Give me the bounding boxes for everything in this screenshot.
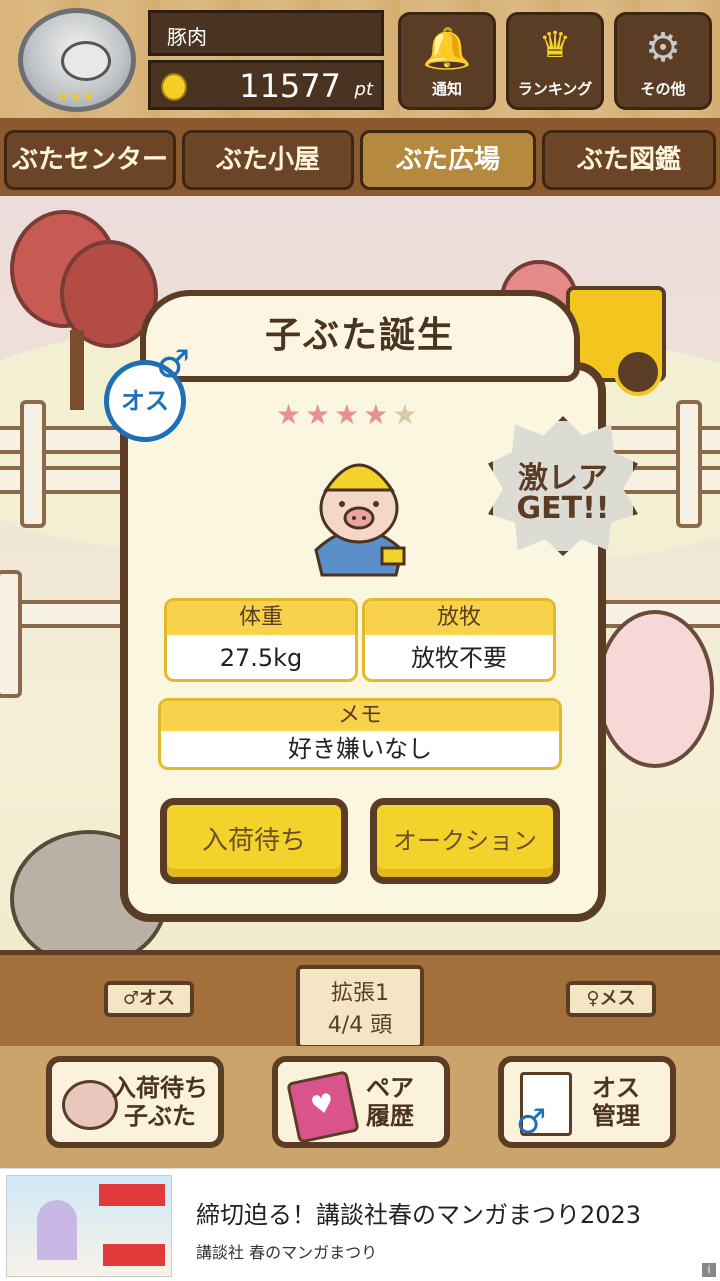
- dialog-title-ribbon: 子ぶた誕生: [140, 290, 580, 382]
- heart-book-icon: ♥: [286, 1070, 360, 1144]
- male-management-line1: オス: [592, 1074, 640, 1102]
- other-label: その他: [640, 80, 686, 98]
- fence: [600, 426, 720, 454]
- notification-button[interactable]: 🔔 通知: [398, 12, 496, 110]
- pair-history-button[interactable]: ♥ ペア 履歴: [272, 1056, 450, 1148]
- ad-image-logo: [99, 1184, 165, 1206]
- fence: [20, 400, 46, 528]
- female-pen-sign[interactable]: ♀メス: [566, 981, 656, 1017]
- male-pen-sign[interactable]: ♂オス: [104, 981, 194, 1017]
- weight-label: 体重: [167, 601, 355, 635]
- player-name-box: 豚肉: [148, 10, 384, 56]
- ad-banner[interactable]: 締切迫る！講談社春のマンガまつり2023 講談社 春のマンガまつり i: [0, 1168, 720, 1281]
- male-symbol-icon: ♂: [516, 1102, 547, 1142]
- other-button[interactable]: ⚙ その他: [614, 12, 712, 110]
- coin-icon: [161, 73, 187, 101]
- castle-icon: [37, 1200, 77, 1260]
- ranking-label: ランキング: [517, 80, 593, 98]
- tree-trunk: [70, 330, 84, 410]
- pair-history-line2: 履歴: [366, 1102, 414, 1130]
- ad-image-prize: [103, 1244, 165, 1266]
- grazing-value: 放牧不要: [411, 644, 507, 672]
- pen-fence: ♂オス ♀メス 拡張1 4/4 頭: [0, 950, 720, 1051]
- tab-buta-koya[interactable]: ぶた小屋: [182, 130, 354, 190]
- piglet-illustration: [314, 463, 406, 577]
- crown-icon: ♛: [538, 25, 572, 66]
- waiting-piglets-line2: 子ぶた: [124, 1102, 196, 1130]
- grazing-label: 放牧: [365, 601, 553, 635]
- male-management-button[interactable]: ♂ オス 管理: [498, 1056, 676, 1148]
- fence: [0, 570, 22, 698]
- rarity-stars: ★★★★★: [276, 398, 422, 431]
- wait-for-arrival-button[interactable]: 入荷待ち: [160, 798, 348, 884]
- ad-info-icon[interactable]: i: [702, 1263, 716, 1277]
- ad-title[interactable]: 締切迫る！講談社春のマンガまつり2023: [196, 1195, 641, 1230]
- memo-value: 好き嫌いなし: [288, 735, 432, 763]
- male-management-label: オス 管理: [592, 1074, 640, 1130]
- waiting-piglets-button[interactable]: 入荷待ち 子ぶた: [46, 1056, 224, 1148]
- points-value: 11577: [239, 67, 341, 105]
- weight-box: 体重 27.5kg: [164, 598, 358, 682]
- player-name: 豚肉: [167, 25, 207, 49]
- memo-box: メモ 好き嫌いなし: [158, 698, 562, 770]
- pen-capacity: 4/4 頭: [327, 1013, 393, 1038]
- rarity-stars-empty: ★: [392, 398, 422, 431]
- points-box: 11577 pt: [148, 60, 384, 110]
- fence: [676, 400, 702, 528]
- waiting-piglets-line1: 入荷待ち: [112, 1074, 208, 1102]
- ad-image[interactable]: [6, 1175, 172, 1277]
- rank-stars: ★★★: [57, 89, 95, 105]
- main-tabs: ぶたセンター ぶた小屋 ぶた広場 ぶた図鑑: [0, 124, 720, 196]
- top-header: ★★★ 豚肉 11577 pt 🔔 通知 ♛ ランキング ⚙ その他: [0, 0, 720, 124]
- weight-value: 27.5kg: [219, 644, 303, 672]
- truck-wheel-icon: [614, 348, 662, 396]
- gear-icon: ⚙: [645, 25, 681, 71]
- tab-buta-hiroba[interactable]: ぶた広場: [360, 130, 536, 190]
- player-avatar[interactable]: ★★★: [18, 8, 136, 112]
- ranking-button[interactable]: ♛ ランキング: [506, 12, 604, 110]
- waiting-piglets-label: 入荷待ち 子ぶた: [112, 1074, 208, 1130]
- pair-history-line1: ペア: [366, 1074, 414, 1102]
- pig-icon: [62, 1080, 118, 1130]
- tab-buta-center[interactable]: ぶたセンター: [4, 130, 176, 190]
- tab-buta-zukan[interactable]: ぶた図鑑: [542, 130, 716, 190]
- dialog-title: 子ぶた誕生: [264, 315, 455, 356]
- rare-badge-line2: GET!!: [516, 491, 610, 526]
- rarity-stars-filled: ★★★★: [276, 398, 393, 431]
- auction-button[interactable]: オークション: [370, 798, 560, 884]
- points-unit: pt: [354, 79, 373, 100]
- male-symbol-icon: ♂: [156, 342, 191, 386]
- bell-icon: 🔔: [422, 26, 472, 72]
- notification-label: 通知: [431, 80, 462, 98]
- pig-face-icon: [61, 41, 111, 81]
- ad-subtitle[interactable]: 講談社 春のマンガまつり: [196, 1239, 377, 1263]
- male-management-line2: 管理: [592, 1102, 640, 1130]
- memo-label: メモ: [161, 701, 559, 731]
- expand-label: 拡張1: [331, 981, 389, 1006]
- grazing-box: 放牧 放牧不要: [362, 598, 556, 682]
- expand-sign[interactable]: 拡張1 4/4 頭: [296, 965, 424, 1049]
- pig-icon: [596, 610, 714, 768]
- pair-history-label: ペア 履歴: [366, 1074, 414, 1130]
- gender-label: オス: [121, 387, 169, 415]
